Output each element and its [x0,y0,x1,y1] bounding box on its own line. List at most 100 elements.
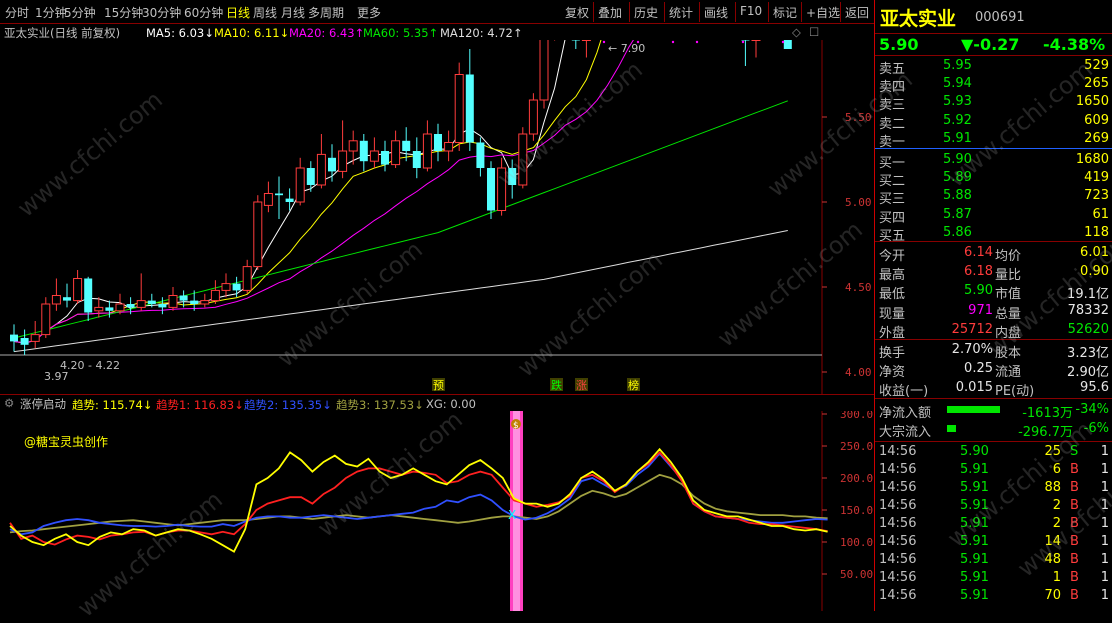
tick-side: B [1070,516,1079,531]
toolbar-button-0[interactable]: 复权 [565,4,589,21]
candle-down [381,151,389,165]
fund-row: 净资 0.25 流通 2.90亿 [875,360,1112,381]
tab-period-7[interactable]: 周线 [253,4,277,21]
tick-price: 5.91 [960,516,989,531]
ask-row[interactable]: 卖二 5.92 609 [875,112,1112,132]
tab-period-4[interactable]: 30分钟 [142,4,181,21]
toolbar-divider [768,2,769,22]
kline-chart[interactable]: 7.507.006.506.005.505.004.504.00← 7.903.… [0,40,874,394]
tab-period-10[interactable]: 更多 [357,4,381,21]
tick-price: 5.90 [960,444,989,459]
bid-row[interactable]: 买三 5.88 723 [875,187,1112,207]
tab-period-2[interactable]: 5分钟 [64,4,96,21]
tick-row: 14:56 5.90 25 S 1 [875,443,1112,461]
toolbar-divider [840,2,841,22]
gear-icon[interactable]: ⚙ [4,396,14,410]
ask-label: 卖五 [879,62,906,77]
candle-down [571,40,580,41]
flow-value: -1613万 [1022,406,1073,421]
tick-side: B [1070,498,1079,513]
trend1-line [9,451,828,546]
candle-up [422,133,432,169]
stat-row: 今开 6.14 均价 6.01 [875,244,1112,264]
stock-name: 亚太实业 [880,8,957,30]
tick-side: S [1070,444,1079,459]
price-row: 5.90 ▼-0.27 -4.38% [875,34,1112,56]
tick-side: B [1070,462,1079,477]
bid-row[interactable]: 买四 5.87 61 [875,206,1112,226]
bid-price: 5.90 [943,152,972,167]
candle-down [465,74,474,143]
ask-price: 5.94 [943,76,972,92]
price-change: ▼-0.27 [961,35,1020,54]
candle-down [306,168,315,185]
bid-volume: 118 [1084,224,1109,240]
stat-value: 0.90 [1080,264,1109,280]
tab-period-8[interactable]: 月线 [281,4,305,21]
tick-time: 14:56 [879,498,917,513]
stat-row: 外盘 25712 内盘 52620 [875,321,1112,341]
last-price: 5.90 [879,35,919,54]
bid-row[interactable]: 买二 5.89 419 [875,169,1112,189]
event-marker-3: 榜 [628,378,639,392]
tick-volume: 2 [1052,498,1061,513]
toolbar-button-8[interactable]: 返回 [845,4,869,21]
toolbar-button-5[interactable]: F10 [740,4,762,18]
candle-up [253,201,263,268]
candle-up [539,40,549,101]
bid-row[interactable]: 买五 5.86 118 [875,224,1112,244]
event-marker-1: 跌 [551,378,562,392]
toolbar-button-1[interactable]: 叠加 [598,4,622,21]
fund-value: 0.015 [955,380,993,396]
tab-period-1[interactable]: 1分钟 [35,4,67,21]
toolbar-button-4[interactable]: 画线 [704,4,728,21]
toolbar-button-2[interactable]: 历史 [634,4,658,21]
chart-title: 亚太实业(日线 前复权) [4,26,121,40]
toolbar-button-6[interactable]: 标记 [773,4,797,21]
stat-label: 市值 [995,287,1022,303]
fund-end-line [875,398,1112,399]
tick-count: 1 [1100,588,1109,603]
quote-panel: 亚太实业 000691 5.90 ▼-0.27 -4.38% 卖五 5.95 529… [874,0,1112,611]
diamond-icon[interactable]: ◇ [792,25,801,39]
fund-label: 收益(一) [879,384,929,400]
ask-price: 5.91 [943,130,972,146]
candle-up [295,167,305,203]
fund-value: 0.25 [964,361,993,377]
tick-price: 5.91 [960,498,989,513]
indicator-tick-label: 300.0 [840,411,873,421]
candle-down [126,304,135,308]
trend3-line [9,473,828,534]
tab-period-9[interactable]: 多周期 [308,4,344,21]
candle-up [30,334,40,342]
tick-row: 14:56 5.91 14 B 1 [875,533,1112,551]
tab-period-5[interactable]: 60分钟 [184,4,223,21]
book-divider [875,148,1112,149]
close-icon[interactable]: ☐ [809,25,819,39]
indicator-chart[interactable]: 300.0 250.0 200.0 150.0 100.0 50.00 $ X [0,411,874,611]
indicator-name[interactable]: 涨停启动 [20,396,66,412]
ask-price: 5.95 [943,58,972,73]
tick-count: 1 [1100,534,1109,549]
fund-label: 流通 [995,365,1022,381]
ask-row[interactable]: 卖五 5.95 529 [875,57,1112,77]
signal-dot [636,40,640,44]
ma-legend-item: MA10: 6.11↓ [214,26,290,40]
ask-row[interactable]: 卖一 5.91 269 [875,130,1112,150]
candle-up [454,74,464,143]
trend2-line [9,452,828,536]
toolbar-button-7[interactable]: +自选 [806,4,840,21]
bid-row[interactable]: 买一 5.90 1680 [875,151,1112,171]
stat-row: 现量 971 总量 78332 [875,302,1112,322]
ask-row[interactable]: 卖三 5.93 1650 [875,93,1112,113]
tick-row: 14:56 5.91 70 B 1 [875,587,1112,605]
candle-down [402,140,411,151]
toolbar-button-3[interactable]: 统计 [669,4,693,21]
book-end-line [875,241,1112,242]
tick-time: 14:56 [879,588,917,603]
ask-row[interactable]: 卖四 5.94 265 [875,75,1112,95]
tab-period-3[interactable]: 15分钟 [104,4,143,21]
ask-price: 5.92 [943,112,972,128]
tab-period-6[interactable]: 日线 [226,4,250,21]
tab-period-0[interactable]: 分时 [5,4,29,21]
